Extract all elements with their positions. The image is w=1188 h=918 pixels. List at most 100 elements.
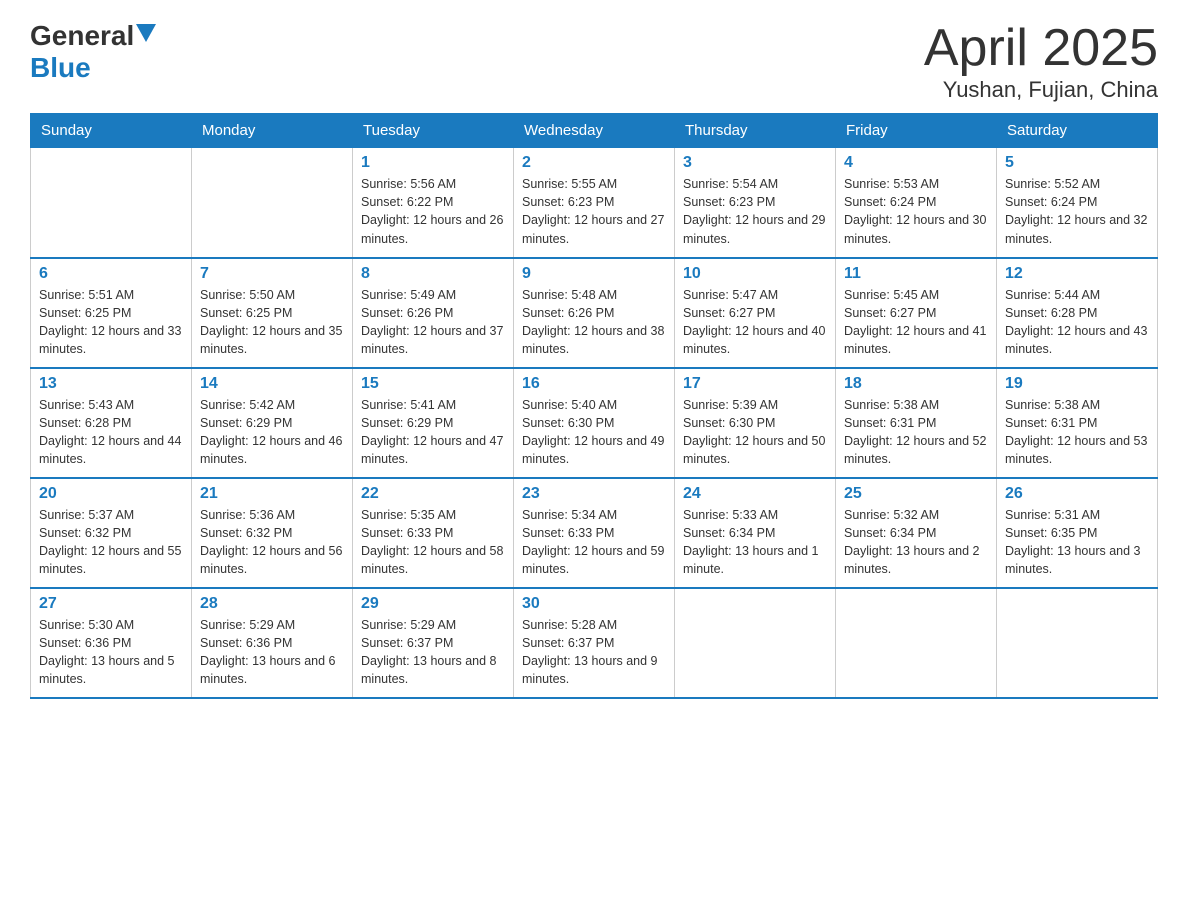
title-block: April 2025 Yushan, Fujian, China [924,20,1158,103]
calendar-cell: 22 Sunrise: 5:35 AMSunset: 6:33 PMDaylig… [353,478,514,588]
calendar-cell: 6 Sunrise: 5:51 AMSunset: 6:25 PMDayligh… [31,258,192,368]
day-number: 2 [522,154,666,172]
day-number: 26 [1005,485,1149,503]
day-info: Sunrise: 5:38 AMSunset: 6:31 PMDaylight:… [844,398,986,466]
day-info: Sunrise: 5:30 AMSunset: 6:36 PMDaylight:… [39,618,175,686]
day-number: 10 [683,265,827,283]
day-info: Sunrise: 5:47 AMSunset: 6:27 PMDaylight:… [683,288,825,356]
day-info: Sunrise: 5:39 AMSunset: 6:30 PMDaylight:… [683,398,825,466]
weekday-header-monday: Monday [192,114,353,148]
day-info: Sunrise: 5:32 AMSunset: 6:34 PMDaylight:… [844,508,980,576]
day-number: 11 [844,265,988,283]
calendar-cell: 21 Sunrise: 5:36 AMSunset: 6:32 PMDaylig… [192,478,353,588]
day-info: Sunrise: 5:29 AMSunset: 6:37 PMDaylight:… [361,618,497,686]
calendar-body: 1 Sunrise: 5:56 AMSunset: 6:22 PMDayligh… [31,148,1158,698]
day-number: 6 [39,265,183,283]
day-info: Sunrise: 5:28 AMSunset: 6:37 PMDaylight:… [522,618,658,686]
calendar-cell: 14 Sunrise: 5:42 AMSunset: 6:29 PMDaylig… [192,368,353,478]
calendar-cell [31,148,192,258]
weekday-header-sunday: Sunday [31,114,192,148]
day-info: Sunrise: 5:36 AMSunset: 6:32 PMDaylight:… [200,508,342,576]
day-number: 7 [200,265,344,283]
day-info: Sunrise: 5:40 AMSunset: 6:30 PMDaylight:… [522,398,664,466]
calendar-table: SundayMondayTuesdayWednesdayThursdayFrid… [30,113,1158,699]
calendar-cell: 2 Sunrise: 5:55 AMSunset: 6:23 PMDayligh… [514,148,675,258]
logo-triangle-icon [136,24,156,42]
calendar-cell [997,588,1158,698]
day-number: 19 [1005,375,1149,393]
day-number: 23 [522,485,666,503]
weekday-header-saturday: Saturday [997,114,1158,148]
day-info: Sunrise: 5:54 AMSunset: 6:23 PMDaylight:… [683,177,825,245]
calendar-cell: 26 Sunrise: 5:31 AMSunset: 6:35 PMDaylig… [997,478,1158,588]
calendar-cell: 7 Sunrise: 5:50 AMSunset: 6:25 PMDayligh… [192,258,353,368]
calendar-cell: 28 Sunrise: 5:29 AMSunset: 6:36 PMDaylig… [192,588,353,698]
calendar-week-row: 13 Sunrise: 5:43 AMSunset: 6:28 PMDaylig… [31,368,1158,478]
day-info: Sunrise: 5:52 AMSunset: 6:24 PMDaylight:… [1005,177,1147,245]
calendar-cell: 19 Sunrise: 5:38 AMSunset: 6:31 PMDaylig… [997,368,1158,478]
calendar-cell: 17 Sunrise: 5:39 AMSunset: 6:30 PMDaylig… [675,368,836,478]
day-number: 1 [361,154,505,172]
day-number: 13 [39,375,183,393]
day-info: Sunrise: 5:35 AMSunset: 6:33 PMDaylight:… [361,508,503,576]
day-info: Sunrise: 5:45 AMSunset: 6:27 PMDaylight:… [844,288,986,356]
calendar-cell: 12 Sunrise: 5:44 AMSunset: 6:28 PMDaylig… [997,258,1158,368]
calendar-cell [836,588,997,698]
calendar-cell: 29 Sunrise: 5:29 AMSunset: 6:37 PMDaylig… [353,588,514,698]
calendar-cell: 5 Sunrise: 5:52 AMSunset: 6:24 PMDayligh… [997,148,1158,258]
calendar-cell: 9 Sunrise: 5:48 AMSunset: 6:26 PMDayligh… [514,258,675,368]
calendar-cell: 23 Sunrise: 5:34 AMSunset: 6:33 PMDaylig… [514,478,675,588]
calendar-cell: 25 Sunrise: 5:32 AMSunset: 6:34 PMDaylig… [836,478,997,588]
calendar-cell: 13 Sunrise: 5:43 AMSunset: 6:28 PMDaylig… [31,368,192,478]
day-number: 21 [200,485,344,503]
calendar-cell [192,148,353,258]
calendar-cell: 27 Sunrise: 5:30 AMSunset: 6:36 PMDaylig… [31,588,192,698]
weekday-header-row: SundayMondayTuesdayWednesdayThursdayFrid… [31,114,1158,148]
logo-general-text: General [30,20,134,52]
day-info: Sunrise: 5:49 AMSunset: 6:26 PMDaylight:… [361,288,503,356]
day-info: Sunrise: 5:51 AMSunset: 6:25 PMDaylight:… [39,288,181,356]
weekday-header-wednesday: Wednesday [514,114,675,148]
calendar-cell: 15 Sunrise: 5:41 AMSunset: 6:29 PMDaylig… [353,368,514,478]
page-header: General Blue April 2025 Yushan, Fujian, … [30,20,1158,103]
logo: General Blue [30,20,156,84]
calendar-cell: 20 Sunrise: 5:37 AMSunset: 6:32 PMDaylig… [31,478,192,588]
day-info: Sunrise: 5:42 AMSunset: 6:29 PMDaylight:… [200,398,342,466]
day-number: 28 [200,595,344,613]
calendar-cell: 30 Sunrise: 5:28 AMSunset: 6:37 PMDaylig… [514,588,675,698]
day-number: 8 [361,265,505,283]
day-number: 18 [844,375,988,393]
day-info: Sunrise: 5:53 AMSunset: 6:24 PMDaylight:… [844,177,986,245]
weekday-header-thursday: Thursday [675,114,836,148]
day-number: 3 [683,154,827,172]
day-number: 17 [683,375,827,393]
calendar-cell: 3 Sunrise: 5:54 AMSunset: 6:23 PMDayligh… [675,148,836,258]
calendar-cell: 11 Sunrise: 5:45 AMSunset: 6:27 PMDaylig… [836,258,997,368]
calendar-week-row: 20 Sunrise: 5:37 AMSunset: 6:32 PMDaylig… [31,478,1158,588]
calendar-cell [675,588,836,698]
calendar-week-row: 1 Sunrise: 5:56 AMSunset: 6:22 PMDayligh… [31,148,1158,258]
day-info: Sunrise: 5:29 AMSunset: 6:36 PMDaylight:… [200,618,336,686]
day-info: Sunrise: 5:41 AMSunset: 6:29 PMDaylight:… [361,398,503,466]
location-title: Yushan, Fujian, China [924,77,1158,103]
day-number: 24 [683,485,827,503]
day-number: 16 [522,375,666,393]
day-number: 25 [844,485,988,503]
weekday-header-tuesday: Tuesday [353,114,514,148]
calendar-header: SundayMondayTuesdayWednesdayThursdayFrid… [31,114,1158,148]
calendar-cell: 24 Sunrise: 5:33 AMSunset: 6:34 PMDaylig… [675,478,836,588]
day-number: 22 [361,485,505,503]
calendar-cell: 1 Sunrise: 5:56 AMSunset: 6:22 PMDayligh… [353,148,514,258]
calendar-week-row: 27 Sunrise: 5:30 AMSunset: 6:36 PMDaylig… [31,588,1158,698]
day-number: 15 [361,375,505,393]
day-number: 30 [522,595,666,613]
month-title: April 2025 [924,20,1158,77]
logo-blue-text: Blue [30,52,91,84]
day-info: Sunrise: 5:44 AMSunset: 6:28 PMDaylight:… [1005,288,1147,356]
day-info: Sunrise: 5:55 AMSunset: 6:23 PMDaylight:… [522,177,664,245]
calendar-cell: 8 Sunrise: 5:49 AMSunset: 6:26 PMDayligh… [353,258,514,368]
day-number: 5 [1005,154,1149,172]
day-number: 29 [361,595,505,613]
day-number: 9 [522,265,666,283]
weekday-header-friday: Friday [836,114,997,148]
